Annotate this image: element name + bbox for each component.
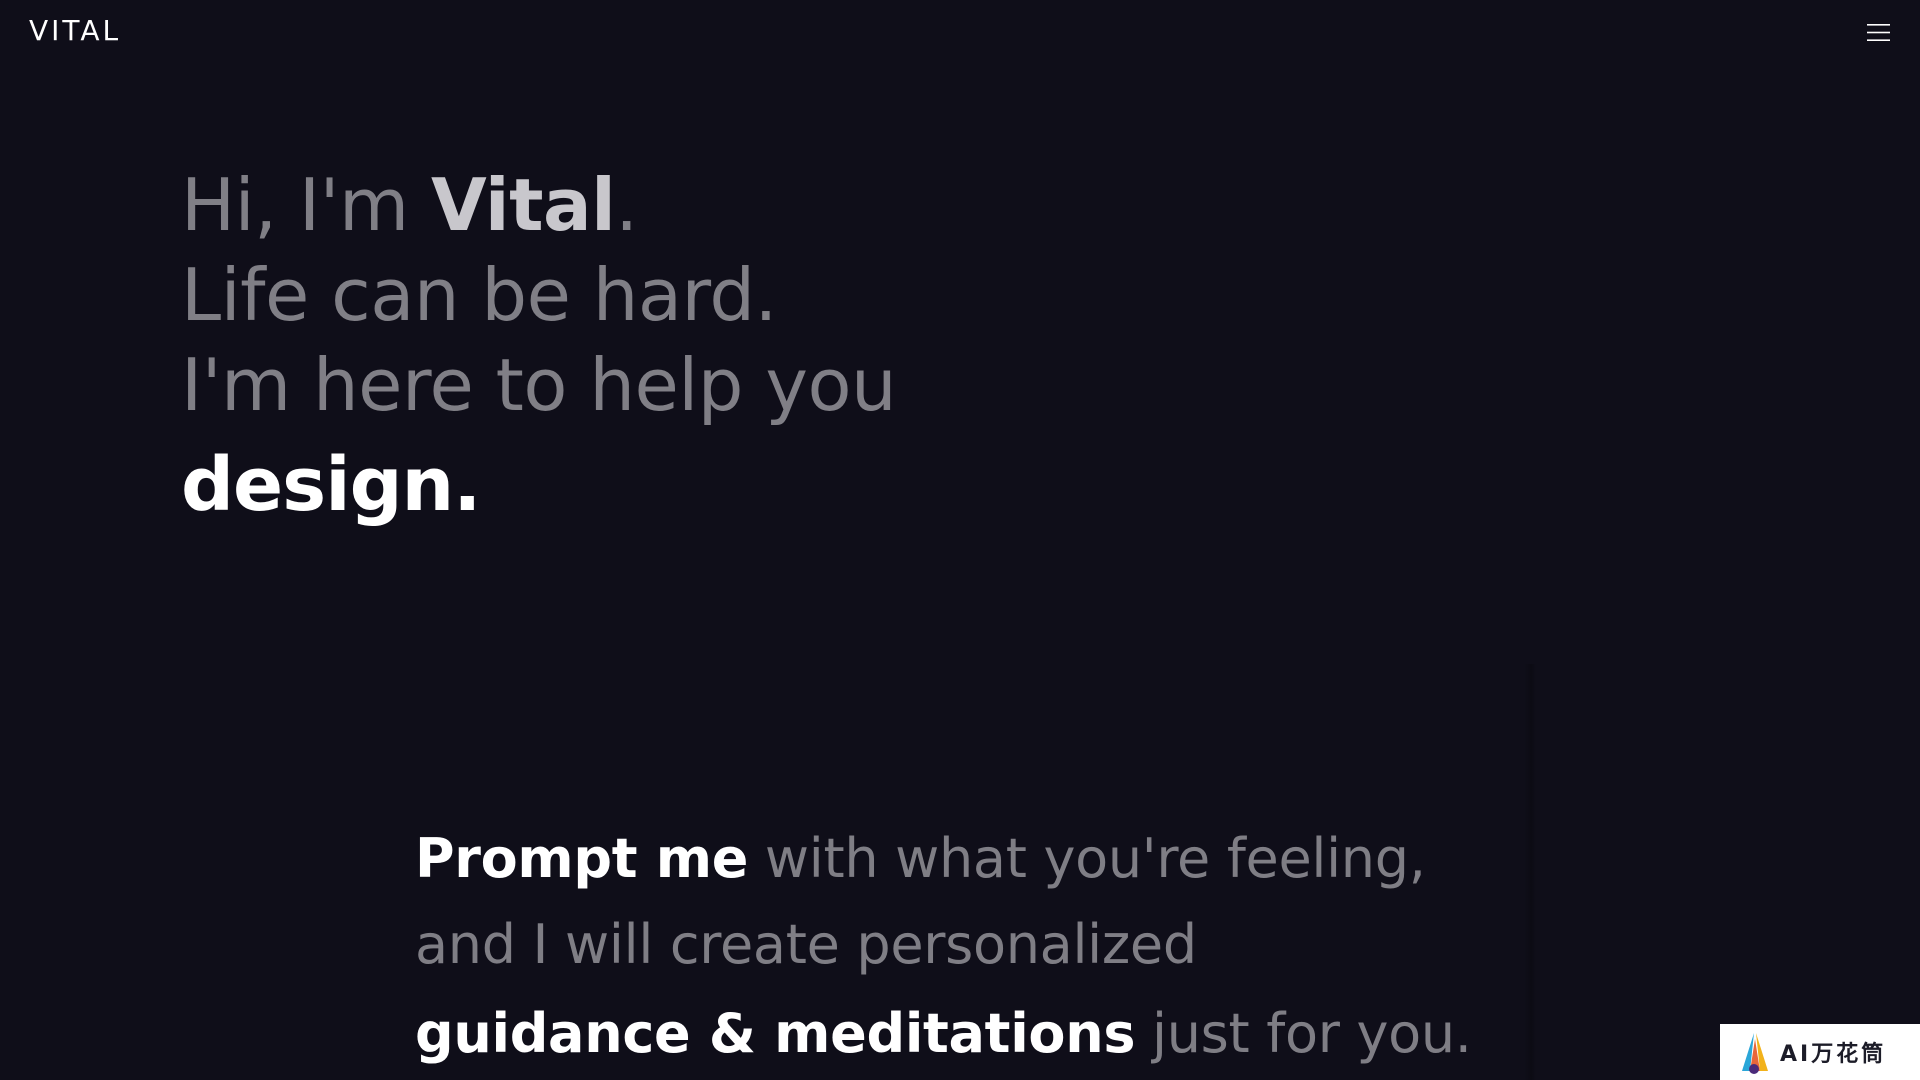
vital-logo-link[interactable]: VITAL bbox=[29, 16, 121, 46]
hero-line-help: I'm here to help you bbox=[181, 343, 897, 427]
hero-greeting: Hi, I'm Vital. bbox=[181, 160, 1181, 250]
watermark-text: AI万花筒 bbox=[1780, 1042, 1887, 1067]
prompt-line-1: Prompt me with what you're feeling, bbox=[415, 816, 1535, 902]
prompt-section: Prompt me with what you're feeling, and … bbox=[415, 816, 1535, 1080]
logo-text: VITAL bbox=[29, 14, 122, 47]
watermark-logo-icon bbox=[1742, 1033, 1768, 1074]
prompt-line-2: and I will create personalized bbox=[415, 913, 1197, 976]
menu-button[interactable] bbox=[1860, 18, 1896, 46]
watermark-badge: AI万花筒 bbox=[1720, 1024, 1920, 1080]
page: VITAL Hi, I'm Vital. Life can be hard. I… bbox=[0, 0, 1920, 1080]
greeting-suffix: . bbox=[615, 163, 638, 247]
prompt-line-3: guidance & meditations just for you. bbox=[415, 988, 1535, 1080]
greeting-prefix: Hi, I'm bbox=[181, 163, 431, 247]
hero-line-life: Life can be hard. bbox=[181, 253, 777, 337]
prompt-rest-1: with what you're feeling, bbox=[748, 827, 1426, 890]
prompt-rest-3: just for you. bbox=[1135, 1002, 1472, 1065]
hamburger-menu-icon bbox=[1866, 23, 1890, 41]
prompt-strong-3: guidance & meditations bbox=[415, 1002, 1136, 1065]
prompt-strong-1: Prompt me bbox=[415, 827, 749, 890]
hero-section: Hi, I'm Vital. Life can be hard. I'm her… bbox=[181, 160, 1181, 540]
greeting-name: Vital bbox=[430, 163, 616, 247]
hero-rotating-word: design. bbox=[181, 442, 481, 528]
